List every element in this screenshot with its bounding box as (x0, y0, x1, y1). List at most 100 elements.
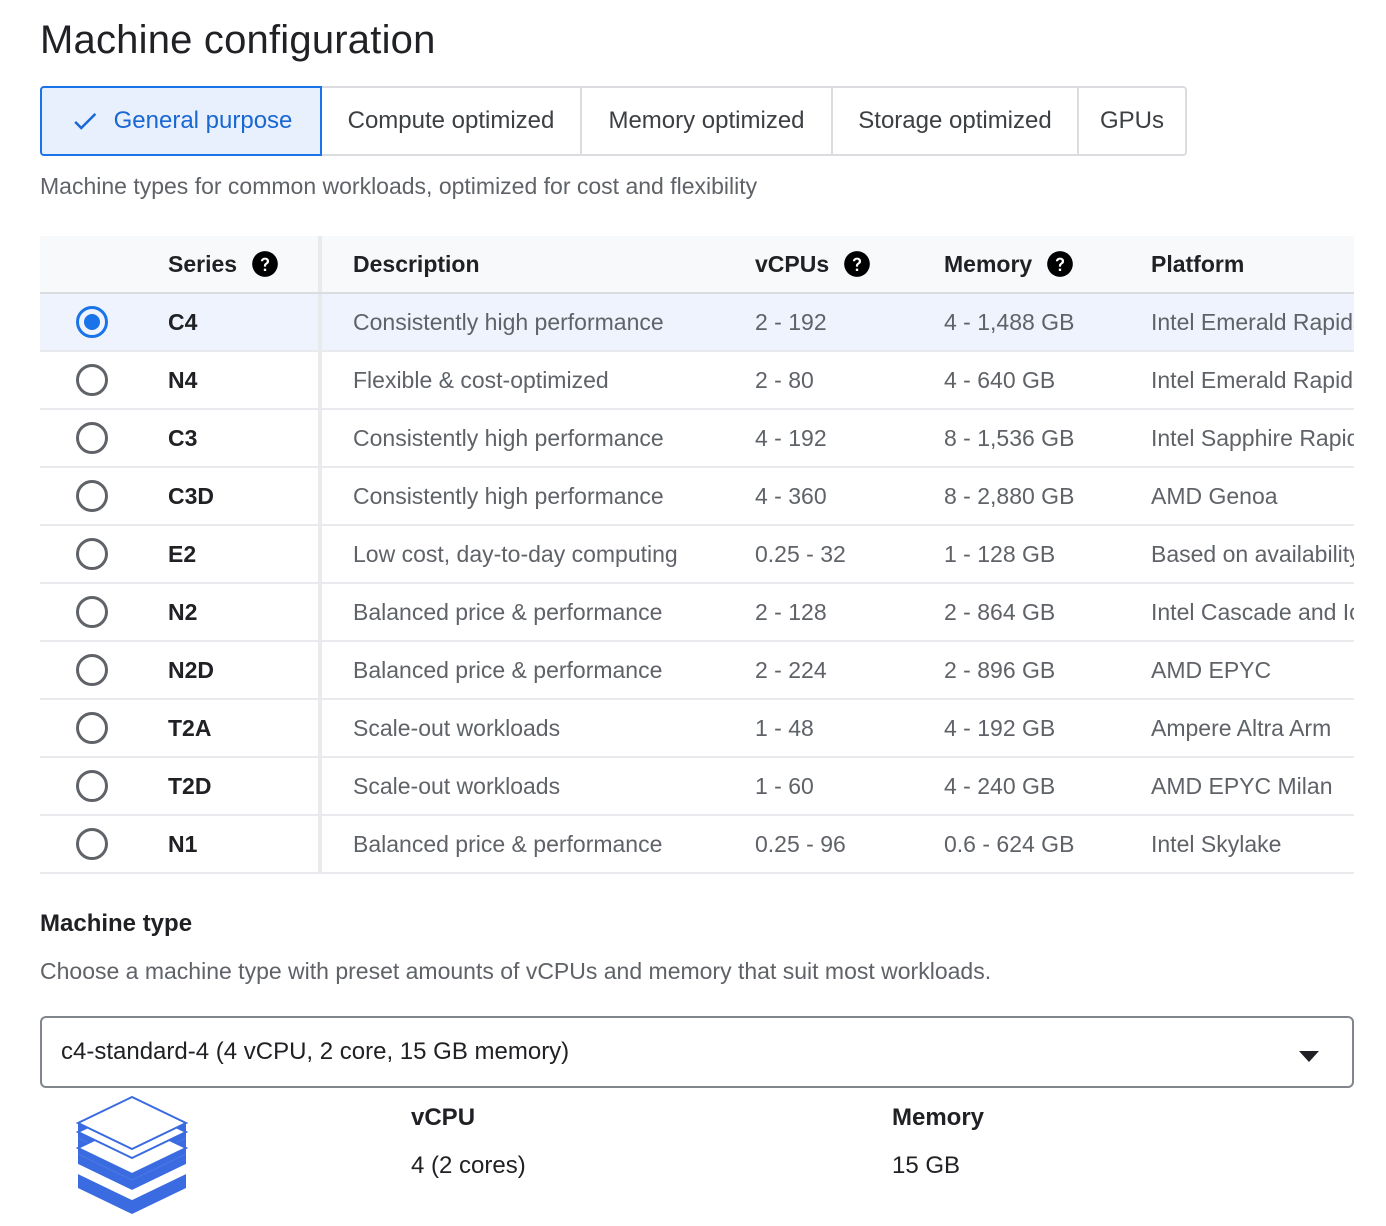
series-platform: Intel Emerald Rapids (1151, 308, 1354, 335)
header-series: Series (168, 236, 279, 292)
tab-compute-optimized[interactable]: Compute optimized (320, 86, 582, 156)
series-vcpus: 2 - 128 (755, 598, 827, 625)
column-divider (318, 352, 322, 408)
series-memory: 2 - 896 GB (944, 656, 1056, 683)
series-vcpus: 1 - 48 (755, 714, 814, 741)
series-platform: Intel Cascade and Ice Lake (1151, 598, 1354, 625)
series-radio-t2d[interactable] (76, 770, 108, 802)
series-name: N2D (168, 656, 215, 683)
series-description: Scale-out workloads (353, 772, 561, 799)
header-vcpus-label: vCPUs (755, 250, 830, 277)
header-memory: Memory (944, 236, 1074, 292)
header-memory-label: Memory (944, 250, 1033, 277)
series-description: Flexible & cost-optimized (353, 366, 609, 393)
series-radio-t2a[interactable] (76, 712, 108, 744)
series-description: Low cost, day-to-day computing (353, 540, 678, 567)
table-row[interactable]: T2D Scale-out workloads 1 - 60 4 - 240 GB AM… (40, 758, 1354, 816)
radio-cell (76, 758, 108, 814)
header-platform: Platform (1151, 236, 1354, 292)
header-series-label: Series (168, 250, 238, 277)
series-radio-e2[interactable] (76, 538, 108, 570)
series-name: T2A (168, 714, 212, 741)
machine-type-select[interactable]: c4-standard-4 (4 vCPU, 2 core, 15 GB mem… (40, 1016, 1354, 1088)
series-platform: AMD EPYC (1151, 656, 1272, 683)
machine-type-description: Choose a machine type with preset amount… (40, 958, 992, 984)
radio-cell (76, 584, 108, 640)
series-radio-n1[interactable] (76, 828, 108, 860)
series-memory: 8 - 2,880 GB (944, 482, 1075, 509)
tab-gpus[interactable]: GPUs (1077, 86, 1187, 156)
column-divider (318, 642, 322, 698)
table-row[interactable]: C3D Consistently high performance 4 - 360 8… (40, 468, 1354, 526)
table-row[interactable]: T2A Scale-out workloads 1 - 48 4 - 192 GB Am… (40, 700, 1354, 758)
machine-configuration-page: Machine configuration General purpose Co… (0, 0, 1386, 1226)
series-platform: Ampere Altra Arm (1151, 714, 1332, 741)
series-memory: 4 - 240 GB (944, 772, 1056, 799)
tab-label: Compute optimized (347, 107, 555, 134)
table-row[interactable]: C3 Consistently high performance 4 - 192 8 … (40, 410, 1354, 468)
series-radio-c3[interactable] (76, 422, 108, 454)
series-description: Consistently high performance (353, 482, 664, 509)
radio-cell (76, 410, 108, 466)
series-vcpus: 0.25 - 32 (755, 540, 846, 567)
series-radio-c3d[interactable] (76, 480, 108, 512)
memory-value: 15 GB (892, 1152, 961, 1179)
series-memory: 1 - 128 GB (944, 540, 1056, 567)
help-circle-icon[interactable] (1046, 250, 1074, 278)
machine-type-selected-value: c4-standard-4 (4 vCPU, 2 core, 15 GB mem… (61, 1038, 570, 1065)
tab-label: General purpose (113, 107, 293, 134)
column-divider (318, 468, 322, 524)
series-description: Balanced price & performance (353, 656, 663, 683)
radio-cell (76, 816, 108, 872)
series-description: Consistently high performance (353, 424, 664, 451)
series-vcpus: 2 - 192 (755, 308, 827, 335)
table-row[interactable]: N2 Balanced price & performance 2 - 128 2 -… (40, 584, 1354, 642)
vcpu-value: 4 (2 cores) (411, 1152, 526, 1179)
tab-storage-optimized[interactable]: Storage optimized (831, 86, 1079, 156)
page-title: Machine configuration (40, 18, 436, 62)
column-divider (318, 584, 322, 640)
series-vcpus: 1 - 60 (755, 772, 814, 799)
series-radio-n2[interactable] (76, 596, 108, 628)
series-vcpus: 4 - 192 (755, 424, 827, 451)
table-row[interactable]: N4 Flexible & cost-optimized 2 - 80 4 - 640… (40, 352, 1354, 410)
table-row[interactable]: E2 Low cost, day-to-day computing 0.25 - 3… (40, 526, 1354, 584)
column-divider (318, 294, 322, 350)
table-body: C4 Consistently high performance 2 - 192 4 … (40, 294, 1354, 874)
tab-label: GPUs (1099, 107, 1164, 134)
series-platform: AMD Genoa (1151, 482, 1278, 509)
series-platform: Based on availability (1151, 540, 1354, 567)
series-name: T2D (168, 772, 212, 799)
series-radio-n2d[interactable] (76, 654, 108, 686)
table-row[interactable]: C4 Consistently high performance 2 - 192 4 … (40, 294, 1354, 352)
layers-stack-icon (72, 1095, 192, 1220)
series-name: C4 (168, 308, 198, 335)
help-circle-icon[interactable] (251, 250, 279, 278)
series-description: Balanced price & performance (353, 830, 663, 857)
tab-description: Machine types for common workloads, opti… (40, 173, 758, 199)
radio-cell (76, 294, 108, 350)
radio-cell (76, 468, 108, 524)
tab-label: Memory optimized (608, 107, 805, 134)
table-row[interactable]: N1 Balanced price & performance 0.25 - 96 0… (40, 816, 1354, 874)
series-name: C3 (168, 424, 198, 451)
series-name: N1 (168, 830, 198, 857)
header-platform-label: Platform (1151, 250, 1245, 277)
tab-memory-optimized[interactable]: Memory optimized (580, 86, 833, 156)
check-icon (70, 106, 100, 136)
help-circle-icon[interactable] (843, 250, 871, 278)
memory-label: Memory (892, 1104, 985, 1131)
column-divider (318, 816, 322, 872)
radio-cell (76, 642, 108, 698)
series-memory: 8 - 1,536 GB (944, 424, 1075, 451)
series-radio-c4[interactable] (76, 306, 108, 338)
radio-cell (76, 526, 108, 582)
tab-general-purpose[interactable]: General purpose (40, 86, 322, 156)
series-radio-n4[interactable] (76, 364, 108, 396)
series-table: Series Description vCPUs Memory Platform… (40, 236, 1354, 874)
table-row[interactable]: N2D Balanced price & performance 2 - 224 2 … (40, 642, 1354, 700)
table-header: Series Description vCPUs Memory Platform (40, 236, 1354, 294)
series-description: Balanced price & performance (353, 598, 663, 625)
header-description-label: Description (353, 250, 480, 277)
series-memory: 4 - 640 GB (944, 366, 1056, 393)
